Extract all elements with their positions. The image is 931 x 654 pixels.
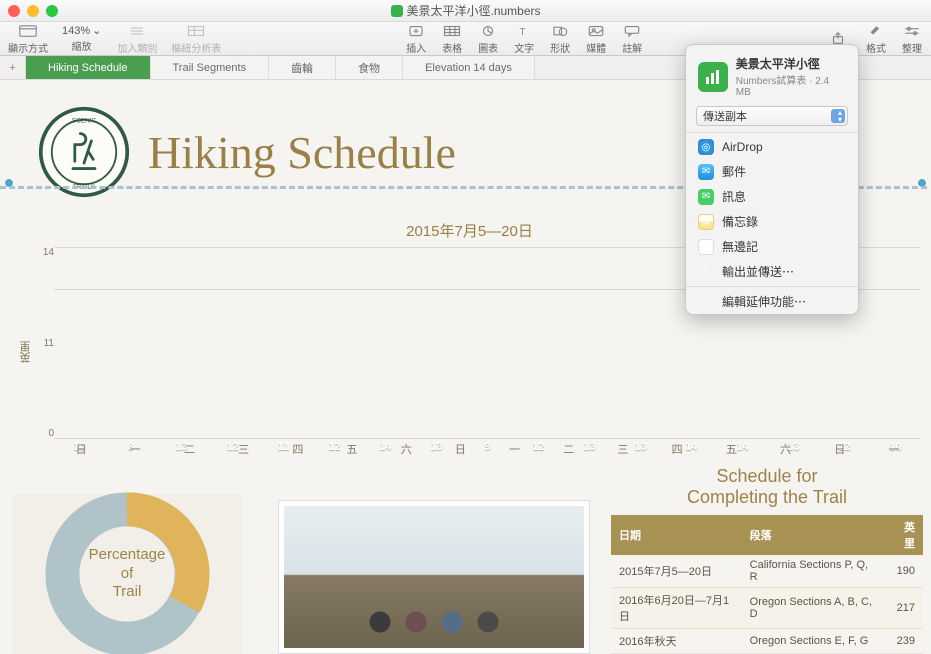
chevron-updown-icon: ▴▾ (838, 109, 842, 123)
chart-button[interactable]: 圖表 (477, 23, 499, 55)
mail-icon: ✉ (698, 164, 714, 180)
shape-button[interactable]: 形狀 (549, 23, 571, 55)
text-button[interactable]: T文字 (513, 23, 535, 55)
schedule-title: Schedule forCompleting the Trail (611, 466, 923, 509)
comment-button[interactable]: 註解 (621, 23, 643, 55)
window-controls (8, 5, 58, 17)
svg-text:SCENIC: SCENIC (72, 118, 97, 125)
share-action-select[interactable]: 傳送副本 ▴▾ (696, 106, 848, 126)
document-title: 美景太平洋小徑.numbers (390, 2, 540, 19)
table-header: 英里 (885, 515, 923, 555)
wander-icon: ✿ (698, 239, 714, 255)
sheet-tab[interactable]: 齒輪 (269, 56, 336, 79)
schedule-table[interactable]: 日期段落英里 2015年7月5—20日California Sections P… (611, 515, 923, 654)
sheet-tab[interactable]: Trail Segments (151, 56, 270, 79)
add-category-button[interactable]: 加入類別 (117, 23, 157, 55)
donut-label: PercentageofTrail (89, 546, 166, 602)
organize-button[interactable]: 整理 (901, 23, 923, 55)
minimize-icon[interactable] (27, 5, 39, 17)
svg-text:T: T (520, 26, 526, 37)
share-option-mail[interactable]: ✉郵件 (686, 159, 858, 184)
share-option-notes[interactable]: ▤備忘錄 (686, 209, 858, 234)
pivot-button[interactable]: 樞紐分析表 (171, 23, 221, 55)
add-sheet-button[interactable]: + (0, 56, 26, 79)
notes-icon: ▤ (698, 214, 714, 230)
document-title-text: 美景太平洋小徑.numbers (406, 2, 540, 19)
share-doc-name: 美景太平洋小徑 (736, 55, 846, 72)
window-titlebar: 美景太平洋小徑.numbers (0, 0, 931, 22)
share-doc-sub: Numbers試算表 · 2.4 MB (736, 72, 846, 98)
table-row[interactable]: 2015年7月5—20日California Sections P, Q, R1… (611, 555, 923, 588)
chevron-down-icon: ⌄ (92, 24, 101, 37)
trail-logo-badge: SCENIC TRAILS (38, 106, 130, 198)
sheet-tab[interactable]: Elevation 14 days (403, 56, 535, 79)
trail-photo[interactable] (278, 500, 590, 654)
share-edit-extensions[interactable]: ⋯ 編輯延伸功能⋯ (686, 289, 858, 314)
page-title: Hiking Schedule (148, 126, 456, 179)
close-icon[interactable] (8, 5, 20, 17)
share-option-export[interactable]: ⇪輸出並傳送⋯ (686, 259, 858, 284)
numbers-app-icon (390, 5, 402, 17)
airdrop-icon: ◎ (698, 139, 714, 155)
view-button[interactable]: 顯示方式 (8, 23, 48, 55)
y-axis-ticks: 14110 (36, 247, 54, 457)
extensions-icon: ⋯ (698, 294, 714, 310)
zoom-control[interactable]: 143%⌄ 縮放 (62, 24, 101, 53)
table-button[interactable]: 表格 (441, 23, 463, 55)
media-button[interactable]: 媒體 (585, 23, 607, 55)
percentage-donut-chart[interactable]: PercentageofTrail (12, 494, 242, 654)
x-axis-labels: 日一二三四五六日一二三四五六日一 (54, 441, 921, 457)
y-axis-label: 英里 (18, 341, 34, 363)
insert-button[interactable]: 插入 (405, 23, 427, 55)
export-icon: ⇪ (698, 264, 714, 280)
share-option-wander[interactable]: ✿無邊記 (686, 234, 858, 259)
format-button[interactable]: 格式 (865, 23, 887, 55)
sheet-tab[interactable]: 食物 (336, 56, 403, 79)
share-header: 美景太平洋小徑 Numbers試算表 · 2.4 MB (686, 45, 858, 106)
table-row[interactable]: 2016年秋天Oregon Sections E, F, G239 (611, 629, 923, 654)
table-header: 段落 (742, 515, 886, 555)
schedule-table-section: Schedule forCompleting the Trail 日期段落英里 … (611, 466, 923, 654)
maximize-icon[interactable] (46, 5, 58, 17)
table-row[interactable]: 2016年6月20日—7月1日Oregon Sections A, B, C, … (611, 588, 923, 629)
msg-icon: ✉ (698, 189, 714, 205)
share-popover: 美景太平洋小徑 Numbers試算表 · 2.4 MB 傳送副本 ▴▾ ◎Air… (685, 44, 859, 315)
share-option-msg[interactable]: ✉訊息 (686, 184, 858, 209)
numbers-doc-icon (698, 62, 728, 92)
sheet-tab[interactable]: Hiking Schedule (26, 56, 151, 79)
table-header: 日期 (611, 515, 742, 555)
share-option-airdrop[interactable]: ◎AirDrop (686, 135, 858, 159)
